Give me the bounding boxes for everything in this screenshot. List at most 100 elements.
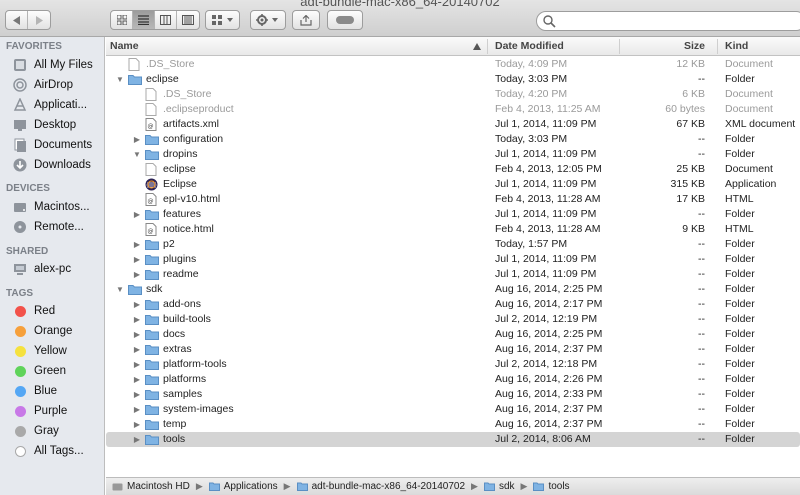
- disclosure-collapsed-icon[interactable]: ▶: [132, 312, 142, 327]
- column-header-name[interactable]: Name: [110, 40, 139, 52]
- column-divider[interactable]: [487, 39, 488, 54]
- path-crumb[interactable]: tools: [533, 481, 570, 492]
- airdrop-icon: [12, 78, 27, 93]
- column-header-size[interactable]: Size: [606, 40, 705, 52]
- sidebar-item-downloads[interactable]: Downloads: [12, 156, 104, 174]
- column-view-button[interactable]: [155, 11, 177, 29]
- file-row[interactable]: ▶ system-images Aug 16, 2014, 2:37 PM -- Fol…: [106, 402, 800, 417]
- sidebar-tag-green[interactable]: Green: [12, 362, 104, 380]
- disclosure-collapsed-icon[interactable]: ▶: [132, 417, 142, 432]
- sidebar-item-alex-pc[interactable]: alex-pc: [12, 260, 104, 278]
- coverflow-view-button[interactable]: [177, 11, 199, 29]
- sidebar-tag-blue[interactable]: Blue: [12, 382, 104, 400]
- file-row[interactable]: ▶ plugins Jul 1, 2014, 11:09 PM -- Folder: [106, 252, 800, 267]
- forward-button[interactable]: [28, 11, 50, 29]
- sort-ascending-icon[interactable]: [473, 41, 481, 53]
- file-row[interactable]: ▼ dropins Jul 1, 2014, 11:09 PM -- Folder: [106, 147, 800, 162]
- disclosure-collapsed-icon[interactable]: ▶: [132, 357, 142, 372]
- icon-view-button[interactable]: [111, 11, 133, 29]
- disclosure-collapsed-icon[interactable]: ▶: [132, 387, 142, 402]
- arrange-menu[interactable]: [206, 11, 239, 29]
- column-header-date[interactable]: Date Modified: [495, 40, 564, 52]
- file-row[interactable]: ▶ platform-tools Jul 2, 2014, 12:18 PM -- Fo…: [106, 357, 800, 372]
- sidebar-item-airdrop[interactable]: AirDrop: [12, 76, 104, 94]
- sidebar-tag-all-tags[interactable]: All Tags...: [12, 442, 104, 460]
- file-row[interactable]: ▶ add-ons Aug 16, 2014, 2:17 PM -- Folder: [106, 297, 800, 312]
- arrange-button[interactable]: [205, 10, 240, 30]
- sidebar-item-macintosh-hd[interactable]: Macintos...: [12, 198, 104, 216]
- sidebar-item-desktop[interactable]: Desktop: [12, 116, 104, 134]
- back-button[interactable]: [6, 11, 28, 29]
- sidebar-tag-gray[interactable]: Gray: [12, 422, 104, 440]
- tags-menu[interactable]: [328, 11, 362, 29]
- columns-icon: [160, 15, 171, 25]
- file-date-modified: Aug 16, 2014, 2:26 PM: [495, 373, 603, 385]
- action-menu[interactable]: [251, 11, 285, 29]
- column-divider[interactable]: [717, 39, 718, 54]
- file-row[interactable]: ▶ extras Aug 16, 2014, 2:37 PM -- Folder: [106, 342, 800, 357]
- file-row[interactable]: ▶ temp Aug 16, 2014, 2:37 PM -- Folder: [106, 417, 800, 432]
- sidebar-item-all-my-files[interactable]: All My Files: [12, 56, 104, 74]
- file-size: --: [698, 403, 705, 415]
- file-row[interactable]: ▶ build-tools Jul 2, 2014, 12:19 PM -- Folde…: [106, 312, 800, 327]
- disclosure-expanded-icon[interactable]: ▼: [115, 282, 125, 297]
- list-view-button[interactable]: [133, 11, 155, 29]
- toolbar: adt-bundle-mac-x86_64-20140702: [0, 0, 800, 37]
- file-row[interactable]: .DS_Store Today, 4:09 PM 12 KB Document: [106, 57, 800, 72]
- disclosure-collapsed-icon[interactable]: ▶: [132, 327, 142, 342]
- tags-button[interactable]: [327, 10, 363, 30]
- sidebar-item-label: AirDrop: [34, 79, 73, 91]
- disclosure-collapsed-icon[interactable]: ▶: [132, 207, 142, 222]
- disclosure-collapsed-icon[interactable]: ▶: [132, 297, 142, 312]
- sidebar-item-documents[interactable]: Documents: [12, 136, 104, 154]
- file-row[interactable]: ▶ tools Jul 2, 2014, 8:06 AM -- Folder: [106, 432, 800, 447]
- file-row[interactable]: ▼ sdk Aug 16, 2014, 2:25 PM -- Folder: [106, 282, 800, 297]
- file-row[interactable]: ▶ features Jul 1, 2014, 11:09 PM -- Folder: [106, 207, 800, 222]
- disclosure-collapsed-icon[interactable]: ▶: [132, 237, 142, 252]
- file-size: 6 KB: [682, 88, 705, 100]
- sidebar-item-remote-disc[interactable]: Remote...: [12, 218, 104, 236]
- path-crumb[interactable]: Applications: [208, 481, 278, 492]
- file-row[interactable]: ▶ docs Aug 16, 2014, 2:25 PM -- Folder: [106, 327, 800, 342]
- path-crumb[interactable]: Macintosh HD: [112, 481, 190, 492]
- share-button[interactable]: [292, 10, 320, 30]
- file-row[interactable]: eclipse Feb 4, 2013, 12:05 PM 25 KB Documen…: [106, 162, 800, 177]
- disclosure-collapsed-icon[interactable]: ▶: [132, 252, 142, 267]
- search-field[interactable]: [536, 11, 800, 31]
- file-date-modified: Feb 4, 2013, 11:28 AM: [495, 223, 601, 235]
- file-row[interactable]: @ notice.html Feb 4, 2013, 11:28 AM 9 KB HTM…: [106, 222, 800, 237]
- file-row[interactable]: ▶ samples Aug 16, 2014, 2:33 PM -- Folder: [106, 387, 800, 402]
- file-row[interactable]: ▶ configuration Today, 3:03 PM -- Folder: [106, 132, 800, 147]
- file-row[interactable]: ▶ readme Jul 1, 2014, 11:09 PM -- Folder: [106, 267, 800, 282]
- sidebar-tag-yellow[interactable]: Yellow: [12, 342, 104, 360]
- file-date-modified: Aug 16, 2014, 2:37 PM: [495, 343, 603, 355]
- disclosure-expanded-icon[interactable]: ▼: [115, 72, 125, 87]
- downloads-icon: [12, 158, 27, 173]
- file-size: --: [698, 328, 705, 340]
- share-menu[interactable]: [293, 11, 319, 29]
- document-icon: [145, 103, 159, 116]
- file-row[interactable]: ▼ eclipse Today, 3:03 PM -- Folder: [106, 72, 800, 87]
- file-row[interactable]: ▶ platforms Aug 16, 2014, 2:26 PM -- Folder: [106, 372, 800, 387]
- disclosure-collapsed-icon[interactable]: ▶: [132, 372, 142, 387]
- path-crumb[interactable]: adt-bundle-mac-x86_64-20140702: [296, 481, 465, 492]
- sidebar-tag-orange[interactable]: Orange: [12, 322, 104, 340]
- path-crumb[interactable]: sdk: [483, 481, 515, 492]
- file-row[interactable]: ▶ p2 Today, 1:57 PM -- Folder: [106, 237, 800, 252]
- sidebar-tag-red[interactable]: Red: [12, 302, 104, 320]
- file-row[interactable]: @ epl-v10.html Feb 4, 2013, 11:28 AM 17 KB H…: [106, 192, 800, 207]
- file-row[interactable]: .DS_Store Today, 4:20 PM 6 KB Document: [106, 87, 800, 102]
- action-button[interactable]: [250, 10, 286, 30]
- sidebar-item-applications[interactable]: Applicati...: [12, 96, 104, 114]
- disclosure-collapsed-icon[interactable]: ▶: [132, 432, 142, 447]
- disclosure-collapsed-icon[interactable]: ▶: [132, 267, 142, 282]
- disclosure-expanded-icon[interactable]: ▼: [132, 147, 142, 162]
- file-row[interactable]: @ artifacts.xml Jul 1, 2014, 11:09 PM 67 KB…: [106, 117, 800, 132]
- disclosure-collapsed-icon[interactable]: ▶: [132, 402, 142, 417]
- file-row[interactable]: .eclipseproduct Feb 4, 2013, 11:25 AM 60 b…: [106, 102, 800, 117]
- disclosure-collapsed-icon[interactable]: ▶: [132, 342, 142, 357]
- disclosure-collapsed-icon[interactable]: ▶: [132, 132, 142, 147]
- file-row[interactable]: Eclipse Jul 1, 2014, 11:09 PM 315 KB Applic…: [106, 177, 800, 192]
- column-header-kind[interactable]: Kind: [725, 40, 748, 52]
- sidebar-tag-purple[interactable]: Purple: [12, 402, 104, 420]
